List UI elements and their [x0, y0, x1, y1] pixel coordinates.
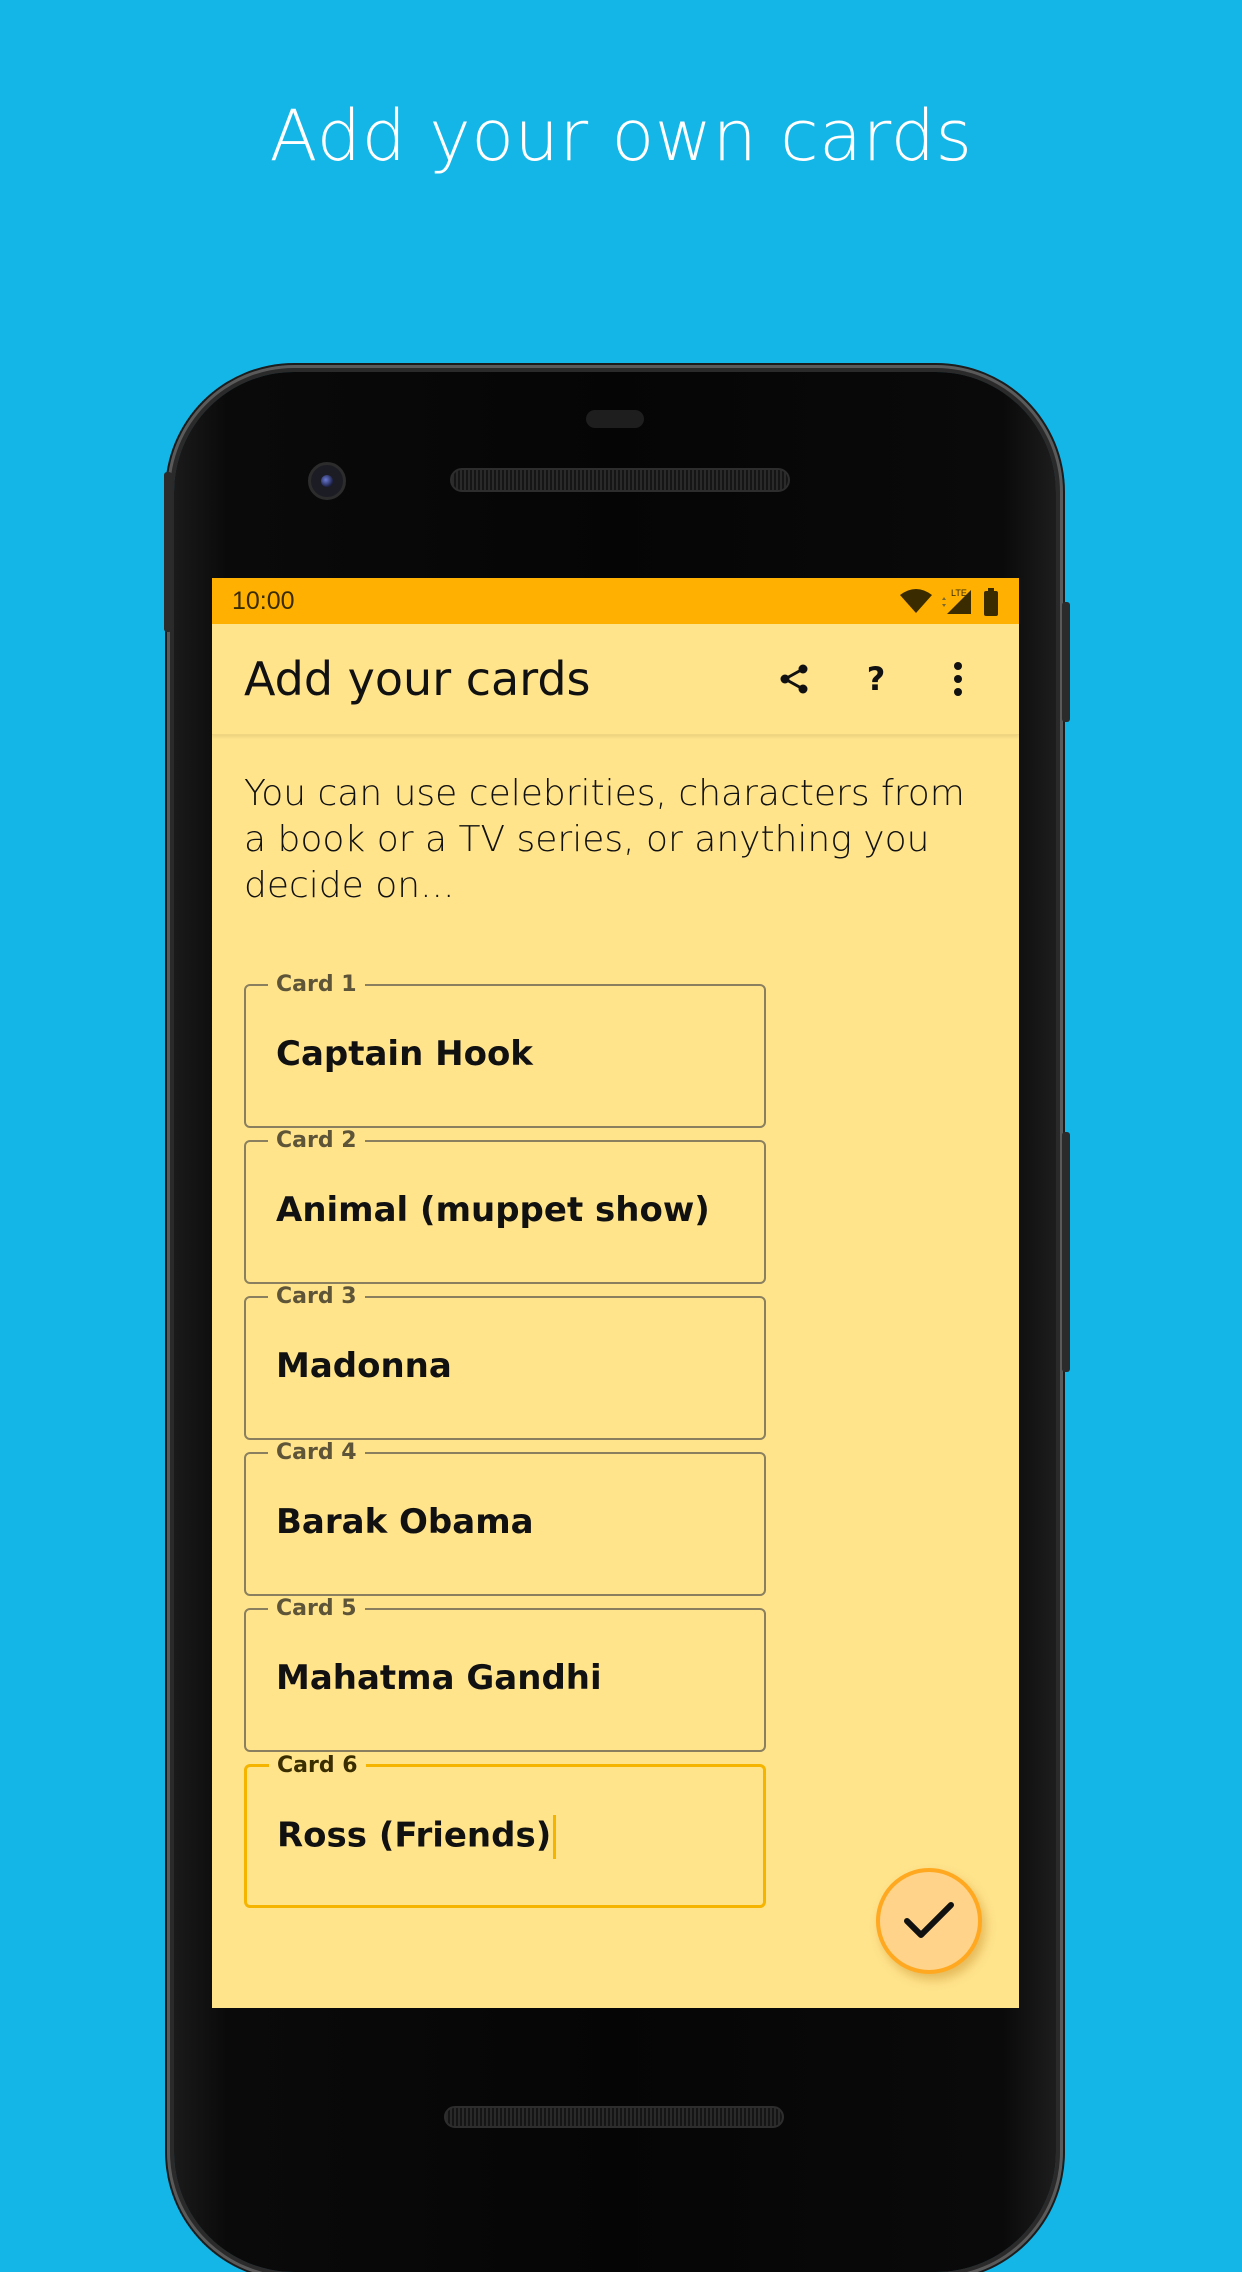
help-button[interactable]: ?	[835, 638, 917, 720]
lte-label: LTE	[951, 588, 967, 598]
card-field-5[interactable]: Card 5 Mahatma Gandhi	[244, 1596, 766, 1752]
bottom-speaker	[444, 2106, 784, 2128]
more-options-button[interactable]	[917, 638, 999, 720]
share-icon	[780, 664, 808, 694]
status-time: 10:00	[232, 586, 295, 615]
card-input[interactable]: Animal (muppet show)	[276, 1190, 736, 1230]
card-list: Card 1 Captain Hook Card 2 Animal (muppe…	[244, 972, 766, 1920]
confirm-button[interactable]	[876, 1868, 982, 1974]
intro-text: You can use celebrities, characters from…	[244, 773, 965, 906]
card-label: Card 1	[268, 972, 365, 997]
app-bar: Add your cards ?	[212, 624, 1019, 735]
front-camera	[308, 462, 346, 500]
share-button[interactable]	[753, 638, 835, 720]
battery-icon	[984, 588, 998, 616]
status-icons: LTE	[899, 588, 999, 616]
proximity-sensor	[586, 410, 644, 428]
signal-icon: LTE	[942, 588, 971, 614]
card-field-4[interactable]: Card 4 Barak Obama	[244, 1440, 766, 1596]
earpiece-speaker	[450, 468, 790, 492]
wifi-icon	[900, 589, 932, 613]
check-icon	[904, 1902, 954, 1938]
card-input[interactable]: Madonna	[276, 1346, 736, 1386]
card-label: Card 4	[268, 1440, 365, 1465]
card-input[interactable]: Captain Hook	[276, 1034, 736, 1074]
card-input-focused[interactable]: Ross (Friends)	[277, 1815, 737, 1859]
card-label: Card 2	[268, 1128, 365, 1153]
card-input[interactable]: Barak Obama	[276, 1502, 736, 1542]
headline: Add your own cards	[269, 95, 973, 177]
volume-button	[1062, 1132, 1070, 1372]
app-screen: 10:00 LTE Add your cards ? You can use c…	[212, 578, 1019, 2008]
power-button	[1062, 602, 1070, 722]
card-field-3[interactable]: Card 3 Madonna	[244, 1284, 766, 1440]
text-caret	[553, 1815, 557, 1859]
card-field-6[interactable]: Card 6 Ross (Friends)	[244, 1753, 766, 1908]
card-field-2[interactable]: Card 2 Animal (muppet show)	[244, 1128, 766, 1284]
status-bar: 10:00 LTE	[212, 578, 1019, 624]
card-field-1[interactable]: Card 1 Captain Hook	[244, 972, 766, 1128]
more-vert-icon	[954, 662, 962, 696]
left-side-button	[164, 472, 172, 632]
card-label: Card 5	[268, 1596, 365, 1621]
help-icon: ?	[866, 660, 886, 698]
card-label: Card 3	[268, 1284, 365, 1309]
card-input[interactable]: Mahatma Gandhi	[276, 1658, 736, 1698]
card-input-text: Ross (Friends)	[277, 1815, 552, 1856]
page-title: Add your cards	[244, 652, 591, 706]
app-bar-actions: ?	[753, 624, 999, 734]
card-label: Card 6	[269, 1753, 366, 1778]
